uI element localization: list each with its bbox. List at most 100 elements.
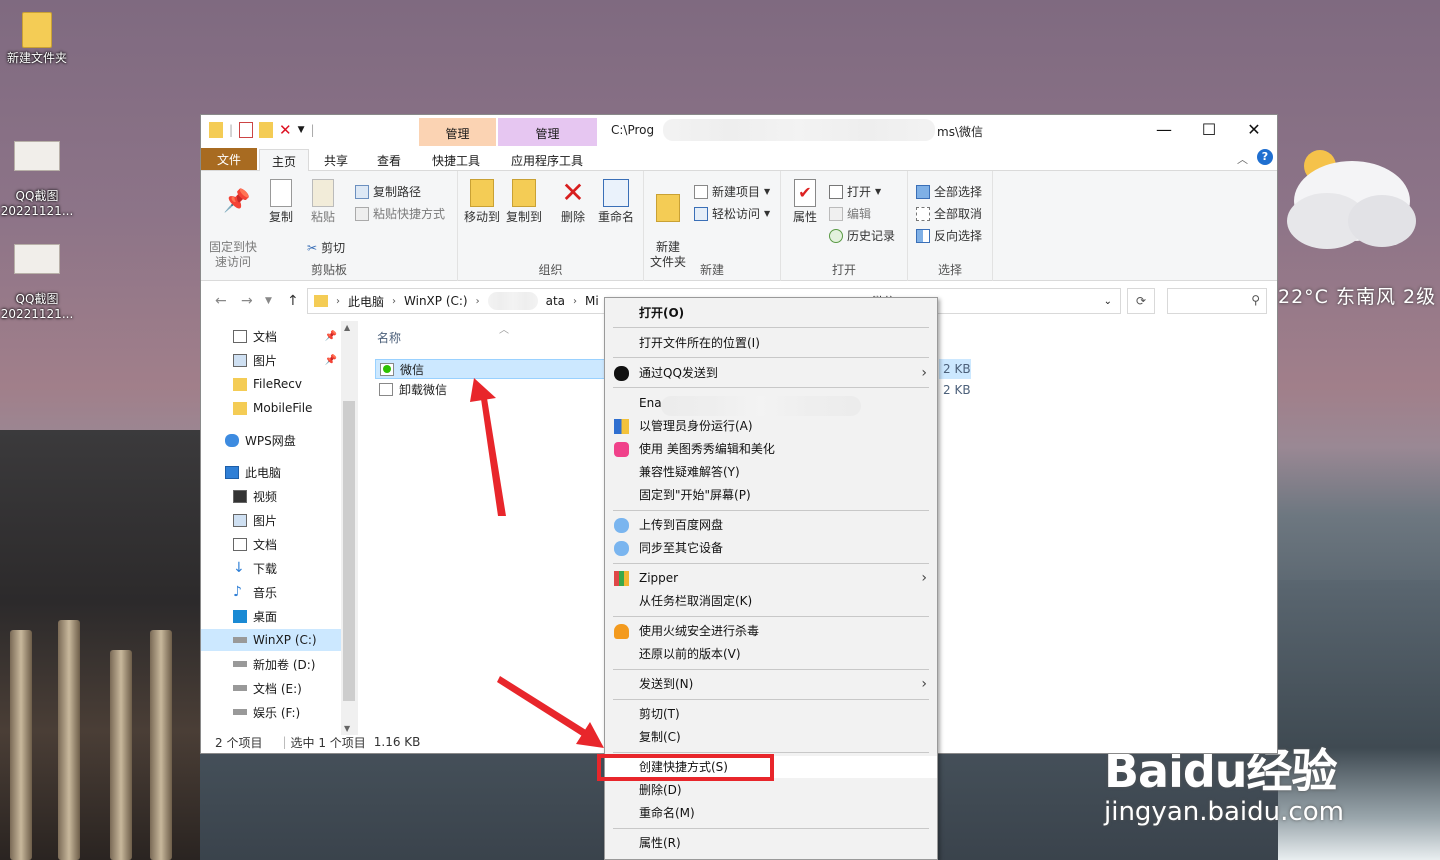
menu-item-pin-start[interactable]: 固定到"开始"屏幕(P): [605, 484, 937, 506]
rename-button[interactable]: 重命名: [596, 179, 636, 225]
breadcrumb-drive-c[interactable]: WinXP (C:): [404, 294, 468, 308]
collapse-ribbon-icon[interactable]: ︿: [1237, 151, 1248, 167]
folder-icon[interactable]: [209, 122, 223, 138]
paste-button[interactable]: 粘贴: [305, 179, 341, 225]
menu-item-huorong-scan[interactable]: 使用火绒安全进行杀毒: [605, 620, 937, 642]
desktop-icon-qq-screenshot-1[interactable]: QQ截图 20221121...: [0, 126, 74, 234]
maximize-button[interactable]: ☐: [1186, 115, 1232, 145]
tab-view[interactable]: 查看: [365, 149, 413, 171]
menu-item-restore-versions[interactable]: 还原以前的版本(V): [605, 643, 937, 665]
nav-scrollbar[interactable]: ▲ ▼: [341, 321, 358, 735]
nav-item-pictures[interactable]: 图片: [201, 509, 341, 531]
nav-item-documents-quick[interactable]: 文档 📌: [201, 325, 341, 347]
copy-button[interactable]: 复制: [263, 179, 299, 225]
scroll-up-icon[interactable]: ▲: [344, 323, 350, 332]
help-icon[interactable]: ?: [1257, 149, 1273, 165]
select-all-icon: [916, 184, 930, 199]
menu-item-properties[interactable]: 属性(R): [605, 832, 937, 854]
submenu-arrow-icon: ›: [921, 570, 927, 586]
breadcrumb-appdata[interactable]: ata: [546, 294, 565, 308]
menu-item-rename[interactable]: 重命名(M): [605, 802, 937, 824]
title-bar[interactable]: | ✕ ▼ | 管理 管理 C:\Prog ms\微信 — ☐ ✕: [201, 115, 1277, 146]
nav-item-drive-f[interactable]: 娱乐 (F:): [201, 701, 341, 723]
refresh-button[interactable]: ⟳: [1127, 288, 1155, 314]
select-none-button[interactable]: 全部取消: [916, 205, 982, 222]
delete-button[interactable]: ✕ 删除: [556, 179, 590, 225]
new-item-button[interactable]: 新建项目 ▼: [694, 183, 770, 200]
search-input[interactable]: ⚲: [1167, 288, 1267, 314]
tab-file[interactable]: 文件: [201, 148, 257, 170]
move-to-button[interactable]: 移动到: [462, 179, 502, 225]
desktop-icon-qq-screenshot-2[interactable]: QQ截图 20221121...: [0, 229, 74, 337]
file-row-uninstall-wechat[interactable]: 卸载微信: [375, 379, 447, 399]
tab-shortcut-tools[interactable]: 快捷工具: [420, 149, 492, 171]
scrollbar-thumb[interactable]: [343, 401, 355, 701]
properties-icon[interactable]: [239, 122, 254, 138]
menu-item-run-as-admin[interactable]: 以管理员身份运行(A): [605, 415, 937, 437]
copy-to-button[interactable]: 复制到: [504, 179, 544, 225]
history-button[interactable]: 历史记录: [829, 227, 895, 244]
nav-item-pictures-quick[interactable]: 图片 📌: [201, 349, 341, 371]
desktop-icon-new-folder[interactable]: 新建文件夹: [0, 12, 74, 66]
edit-button[interactable]: 编辑: [829, 205, 871, 222]
menu-item-open-location[interactable]: 打开文件所在的位置(I): [605, 332, 937, 354]
recent-chevron-icon[interactable]: ▼: [265, 296, 272, 306]
window-title: C:\Prog: [611, 123, 655, 137]
nav-item-videos[interactable]: 视频: [201, 485, 341, 507]
minimize-button[interactable]: —: [1141, 115, 1187, 145]
tab-share[interactable]: 共享: [312, 149, 360, 171]
menu-item-copy[interactable]: 复制(C): [605, 726, 937, 748]
address-dropdown-icon[interactable]: ⌄: [1104, 296, 1112, 307]
back-arrow-icon[interactable]: ←: [215, 293, 227, 309]
menu-item-open[interactable]: 打开(O): [605, 302, 937, 324]
new-folder-icon[interactable]: [259, 122, 274, 138]
delete-icon[interactable]: ✕: [279, 121, 292, 139]
up-arrow-icon[interactable]: ↑: [287, 293, 299, 309]
nav-item-filerecv[interactable]: FileRecv: [201, 373, 341, 395]
menu-item-delete[interactable]: 删除(D): [605, 779, 937, 801]
nav-item-drive-e[interactable]: 文档 (E:): [201, 677, 341, 699]
cut-button[interactable]: ✂ 剪切: [307, 239, 345, 256]
open-button[interactable]: 打开 ▼: [829, 183, 881, 200]
context-tab-manage-app[interactable]: 管理: [498, 118, 597, 146]
file-row-wechat[interactable]: 微信: [375, 359, 605, 379]
invert-selection-button[interactable]: 反向选择: [916, 227, 982, 244]
menu-item-baidu-upload[interactable]: 上传到百度网盘: [605, 514, 937, 536]
menu-item-troubleshoot[interactable]: 兼容性疑难解答(Y): [605, 461, 937, 483]
select-all-button[interactable]: 全部选择: [916, 183, 982, 200]
menu-item-cut[interactable]: 剪切(T): [605, 703, 937, 725]
new-folder-button[interactable]: 新建 文件夹: [648, 179, 688, 270]
copy-to-icon: [512, 179, 536, 207]
nav-item-drive-c[interactable]: WinXP (C:): [201, 629, 341, 651]
paste-shortcut-button[interactable]: 粘贴快捷方式: [355, 205, 445, 222]
close-button[interactable]: ✕: [1231, 115, 1277, 145]
menu-item-zipper[interactable]: Zipper ›: [605, 567, 937, 589]
menu-item-meitu[interactable]: 使用 美图秀秀编辑和美化: [605, 438, 937, 460]
copy-path-button[interactable]: 复制路径: [355, 183, 421, 200]
tab-home[interactable]: 主页: [259, 149, 310, 171]
nav-item-drive-d[interactable]: 新加卷 (D:): [201, 653, 341, 675]
desktop-icon-label: QQ截图 20221121...: [0, 189, 74, 218]
menu-item-unpin-taskbar[interactable]: 从任务栏取消固定(K): [605, 590, 937, 612]
menu-item-send-to[interactable]: 发送到(N) ›: [605, 673, 937, 695]
breadcrumb-microsoft[interactable]: Mi: [585, 294, 599, 308]
nav-item-documents[interactable]: 文档: [201, 533, 341, 555]
forward-arrow-icon[interactable]: →: [241, 293, 253, 309]
pin-quick-access-button[interactable]: 📌 固定到快 速访问: [207, 179, 259, 270]
menu-item-sync-devices[interactable]: 同步至其它设备: [605, 537, 937, 559]
nav-item-wps-cloud[interactable]: WPS网盘: [201, 429, 341, 451]
menu-item-send-via-qq[interactable]: 通过QQ发送到 ›: [605, 362, 937, 384]
nav-item-desktop[interactable]: 桌面: [201, 605, 341, 627]
nav-item-mobilefile[interactable]: MobileFile: [201, 397, 341, 419]
breadcrumb-this-pc[interactable]: 此电脑: [348, 293, 384, 310]
nav-item-downloads[interactable]: ↓ 下载: [201, 557, 341, 579]
chevron-down-icon[interactable]: ▼: [298, 125, 305, 135]
nav-label: 图片: [253, 353, 278, 368]
tab-app-tools[interactable]: 应用程序工具: [499, 149, 595, 171]
nav-item-this-pc[interactable]: 此电脑: [201, 461, 341, 483]
column-header-name[interactable]: 名称: [377, 329, 401, 346]
properties-button[interactable]: ✔ 属性: [787, 179, 823, 225]
nav-item-music[interactable]: ♪ 音乐: [201, 581, 341, 603]
context-tab-manage-shortcut[interactable]: 管理: [419, 118, 496, 146]
easy-access-button[interactable]: 轻松访问 ▼: [694, 205, 770, 222]
